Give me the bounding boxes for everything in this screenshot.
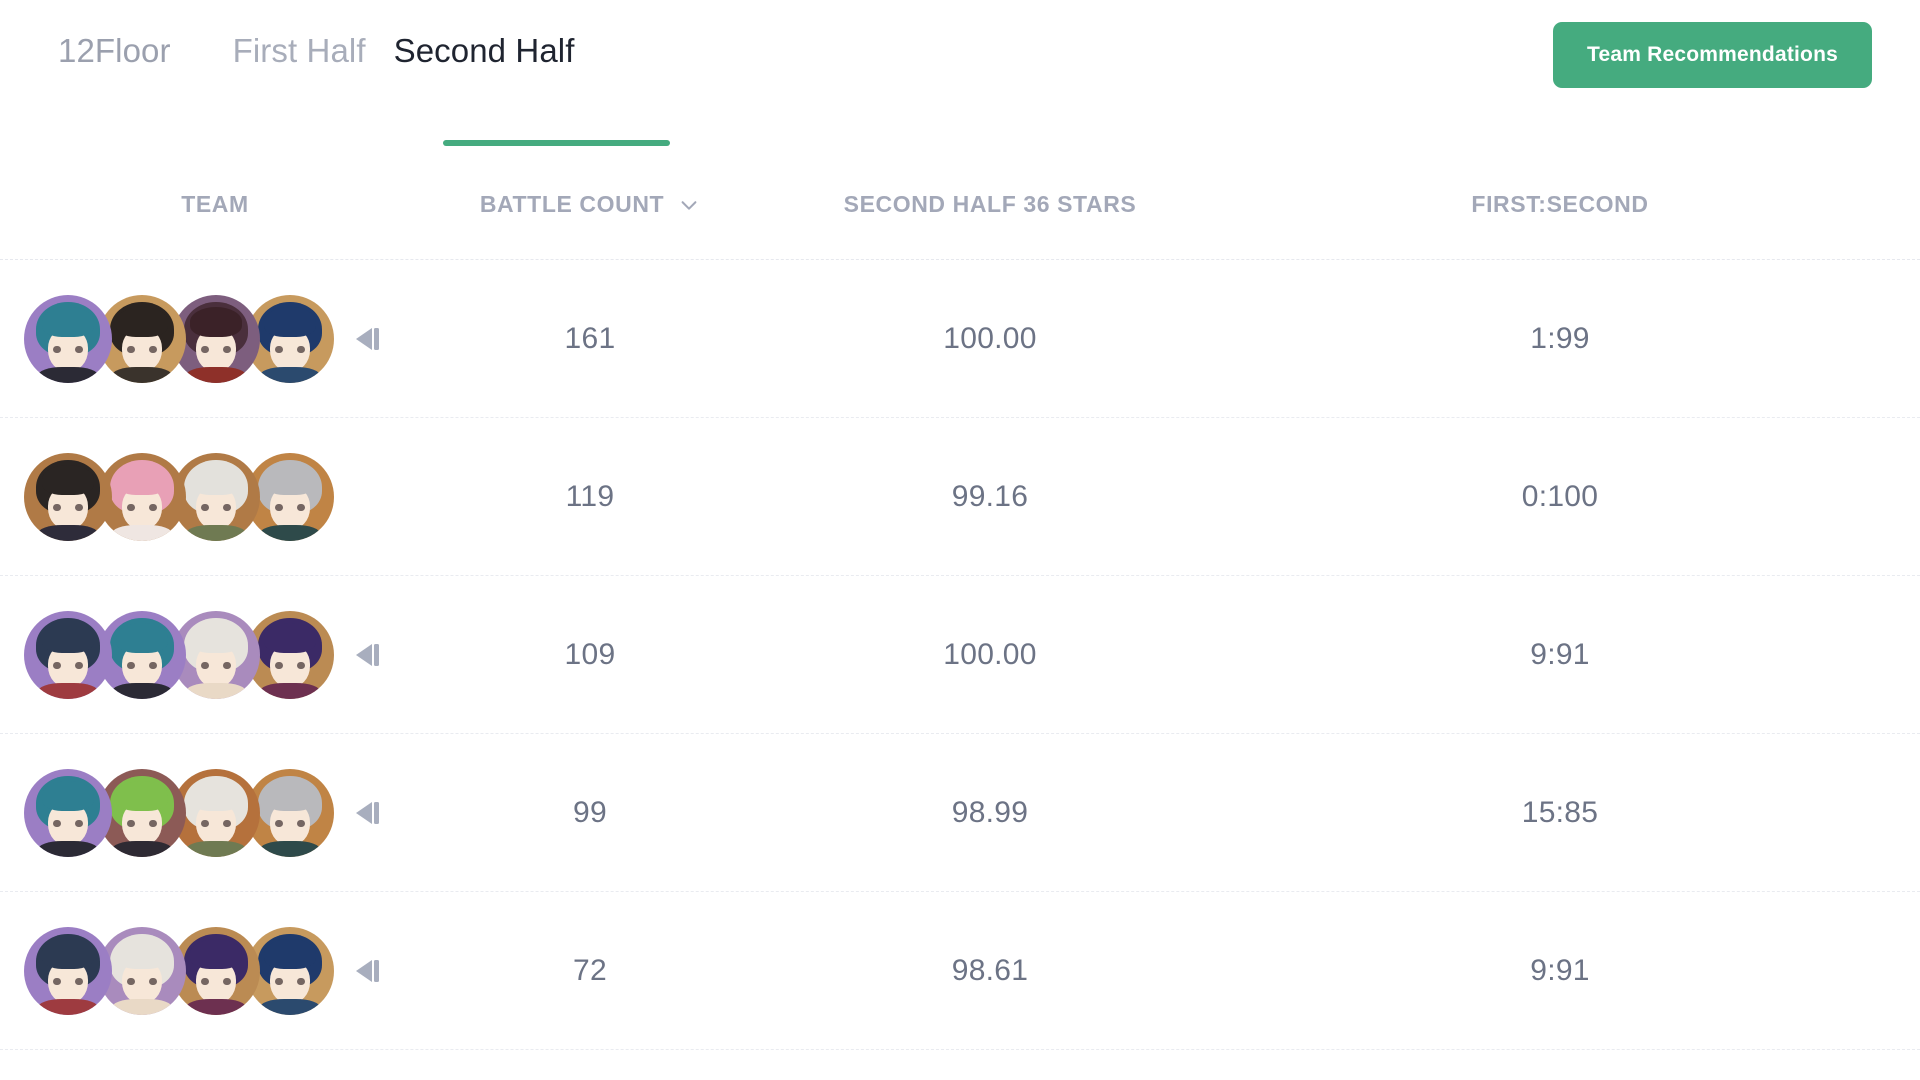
replay-rewind-icon[interactable] bbox=[352, 956, 386, 986]
avatar-fringe bbox=[263, 780, 317, 811]
team-avatar-group[interactable] bbox=[24, 768, 334, 857]
replay-rewind-icon[interactable] bbox=[352, 324, 386, 354]
cell-battle-count: 119 bbox=[565, 479, 615, 513]
floor-label: 12Floor bbox=[58, 32, 171, 69]
cell-first-second: 9:91 bbox=[1530, 953, 1590, 987]
table-row[interactable]: 72 98.61 9:91 bbox=[0, 892, 1920, 1050]
tab-second-half[interactable]: Second Half bbox=[380, 34, 589, 67]
avatar-fringe bbox=[263, 938, 317, 969]
avatar-fringe bbox=[115, 938, 169, 969]
table-body: 161 100.00 1:99 119 99.16 0:100 109 100.00 9:91 9… bbox=[0, 260, 1920, 1050]
avatar-body bbox=[260, 998, 320, 1015]
avatar-fringe bbox=[189, 938, 243, 969]
character-avatar[interactable] bbox=[24, 610, 112, 699]
avatar-fringe bbox=[263, 622, 317, 653]
half-tab-group: 12Floor First Half Second Half bbox=[58, 34, 588, 67]
avatar-fringe bbox=[263, 464, 317, 495]
avatar-body bbox=[186, 998, 246, 1015]
character-avatar[interactable] bbox=[24, 768, 112, 857]
avatar-body bbox=[186, 366, 246, 383]
cell-battle-count: 109 bbox=[564, 637, 616, 671]
avatar-fringe bbox=[189, 306, 243, 337]
avatar-fringe bbox=[115, 464, 169, 495]
cell-first-second: 1:99 bbox=[1530, 321, 1590, 355]
avatar-body bbox=[38, 682, 98, 699]
avatar-fringe bbox=[115, 780, 169, 811]
team-avatar-group[interactable] bbox=[24, 610, 334, 699]
avatar-body bbox=[112, 524, 172, 541]
table-row[interactable]: 161 100.00 1:99 bbox=[0, 260, 1920, 418]
column-header-battle-count-label: BATTLE COUNT bbox=[479, 191, 665, 217]
team-cell[interactable] bbox=[0, 610, 430, 699]
team-cell[interactable] bbox=[0, 452, 430, 541]
avatar-body bbox=[38, 366, 98, 383]
avatar-fringe bbox=[41, 464, 95, 495]
character-avatar[interactable] bbox=[24, 926, 112, 1015]
cell-first-second: 9:91 bbox=[1530, 637, 1590, 671]
avatar-body bbox=[112, 682, 172, 699]
cell-second-half-36-stars: 99.16 bbox=[951, 479, 1029, 513]
avatar-fringe bbox=[41, 622, 95, 653]
avatar-fringe bbox=[41, 938, 95, 969]
replay-rewind-icon[interactable] bbox=[352, 798, 386, 828]
top-bar: 12Floor First Half Second Half Team Reco… bbox=[0, 0, 1920, 150]
avatar-body bbox=[186, 524, 246, 541]
avatar-body bbox=[112, 366, 172, 383]
avatar-body bbox=[112, 840, 172, 857]
active-tab-underline bbox=[443, 140, 670, 146]
table-row[interactable]: 99 98.99 15:85 bbox=[0, 734, 1920, 892]
avatar-fringe bbox=[189, 780, 243, 811]
avatar-body bbox=[260, 840, 320, 857]
character-avatar[interactable] bbox=[24, 294, 112, 383]
cell-first-second: 0:100 bbox=[1521, 479, 1599, 513]
column-header-team: TEAM bbox=[181, 191, 249, 217]
cell-first-second: 15:85 bbox=[1521, 795, 1599, 829]
cell-second-half-36-stars: 98.99 bbox=[951, 795, 1029, 829]
avatar-body bbox=[38, 524, 98, 541]
table-row[interactable]: 109 100.00 9:91 bbox=[0, 576, 1920, 734]
avatar-fringe bbox=[41, 306, 95, 337]
team-stats-table: TEAM BATTLE COUNT SECOND HALF 36 STARS F… bbox=[0, 150, 1920, 1050]
character-avatar[interactable] bbox=[24, 452, 112, 541]
column-header-battle-count[interactable]: BATTLE COUNT bbox=[430, 191, 750, 218]
cell-battle-count: 99 bbox=[573, 795, 607, 829]
chevron-down-icon[interactable] bbox=[678, 194, 700, 216]
team-avatar-group[interactable] bbox=[24, 452, 334, 541]
team-cell[interactable] bbox=[0, 926, 430, 1015]
avatar-body bbox=[38, 998, 98, 1015]
replay-rewind-icon[interactable] bbox=[352, 640, 386, 670]
avatar-body bbox=[112, 998, 172, 1015]
table-header-row: TEAM BATTLE COUNT SECOND HALF 36 STARS F… bbox=[0, 150, 1920, 260]
avatar-fringe bbox=[263, 306, 317, 337]
avatar-fringe bbox=[189, 622, 243, 653]
cell-second-half-36-stars: 100.00 bbox=[943, 321, 1037, 355]
avatar-fringe bbox=[115, 622, 169, 653]
column-header-second-half-36-stars: SECOND HALF 36 STARS bbox=[843, 191, 1137, 217]
avatar-body bbox=[186, 840, 246, 857]
cell-battle-count: 161 bbox=[564, 321, 616, 355]
avatar-body bbox=[260, 682, 320, 699]
team-cell[interactable] bbox=[0, 294, 430, 383]
tab-first-half[interactable]: First Half bbox=[219, 34, 380, 67]
avatar-fringe bbox=[189, 464, 243, 495]
avatar-body bbox=[260, 366, 320, 383]
cell-second-half-36-stars: 98.61 bbox=[951, 953, 1029, 987]
avatar-body bbox=[186, 682, 246, 699]
team-cell[interactable] bbox=[0, 768, 430, 857]
page-root: 12Floor First Half Second Half Team Reco… bbox=[0, 0, 1920, 1080]
table-row[interactable]: 119 99.16 0:100 bbox=[0, 418, 1920, 576]
avatar-body bbox=[260, 524, 320, 541]
team-avatar-group[interactable] bbox=[24, 294, 334, 383]
avatar-fringe bbox=[41, 780, 95, 811]
team-recommendations-button[interactable]: Team Recommendations bbox=[1552, 22, 1872, 88]
avatar-fringe bbox=[115, 306, 169, 337]
cell-second-half-36-stars: 100.00 bbox=[943, 637, 1037, 671]
cell-battle-count: 72 bbox=[573, 953, 607, 987]
team-avatar-group[interactable] bbox=[24, 926, 334, 1015]
column-header-first-second: FIRST:SECOND bbox=[1471, 191, 1649, 217]
avatar-body bbox=[38, 840, 98, 857]
